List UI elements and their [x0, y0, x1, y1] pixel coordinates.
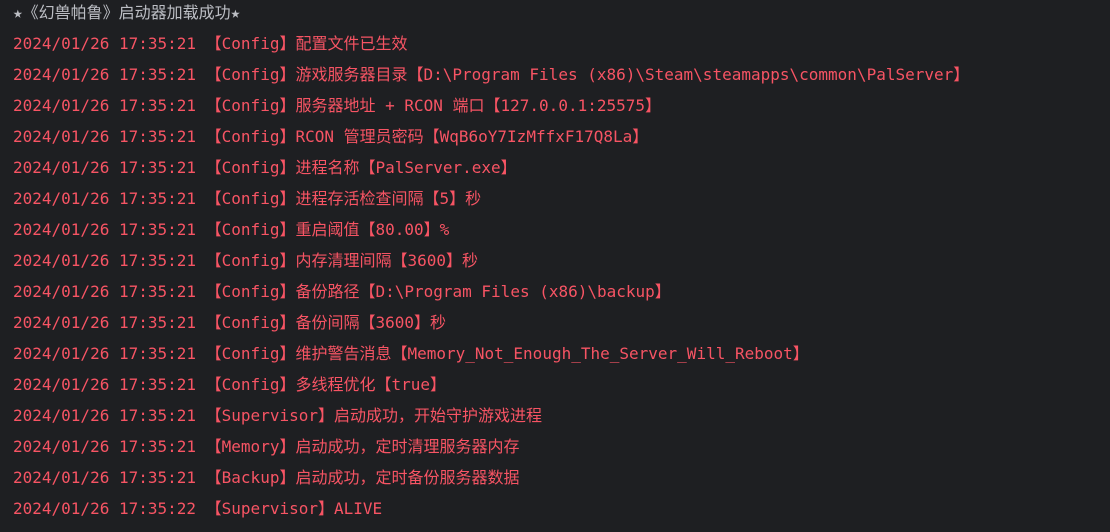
log-line: 2024/01/26 17:35:21 【Config】进程存活检查间隔【5】秒: [13, 189, 482, 208]
log-line: 2024/01/26 17:35:21 【Config】备份路径【D:\Prog…: [13, 282, 671, 301]
log-line: 2024/01/26 17:35:21 【Supervisor】启动成功，开始守…: [13, 406, 542, 425]
log-line: 2024/01/26 17:35:21 【Config】RCON 管理员密码【W…: [13, 127, 649, 146]
log-line: 2024/01/26 17:35:21 【Config】内存清理间隔【3600】…: [13, 251, 478, 270]
log-line: 2024/01/26 17:35:21 【Config】多线程优化【true】: [13, 375, 446, 394]
log-line: 2024/01/26 17:35:21 【Config】维护警告消息【Memor…: [13, 344, 809, 363]
log-line: 2024/01/26 17:35:21 【Config】重启阈值【80.00】%: [13, 220, 450, 239]
log-line: 2024/01/26 17:35:21 【Config】游戏服务器目录【D:\P…: [13, 65, 970, 84]
log-line: 2024/01/26 17:35:21 【Config】进程名称【PalServ…: [13, 158, 517, 177]
log-line: 2024/01/26 17:35:21 【Backup】启动成功，定时备份服务器…: [13, 468, 520, 487]
launcher-banner: ★《幻兽帕鲁》启动器加载成功★: [13, 3, 241, 22]
log-line: 2024/01/26 17:35:21 【Config】配置文件已生效: [13, 34, 408, 53]
log-line: 2024/01/26 17:35:21 【Memory】启动成功，定时清理服务器…: [13, 437, 520, 456]
console-output[interactable]: ★《幻兽帕鲁》启动器加载成功★ 2024/01/26 17:35:21 【Con…: [0, 0, 1110, 532]
log-line: 2024/01/26 17:35:21 【Config】服务器地址 + RCON…: [13, 96, 662, 115]
log-line: 2024/01/26 17:35:22 【Supervisor】ALIVE: [13, 499, 383, 518]
log-line: 2024/01/26 17:35:21 【Config】备份间隔【3600】秒: [13, 313, 446, 332]
